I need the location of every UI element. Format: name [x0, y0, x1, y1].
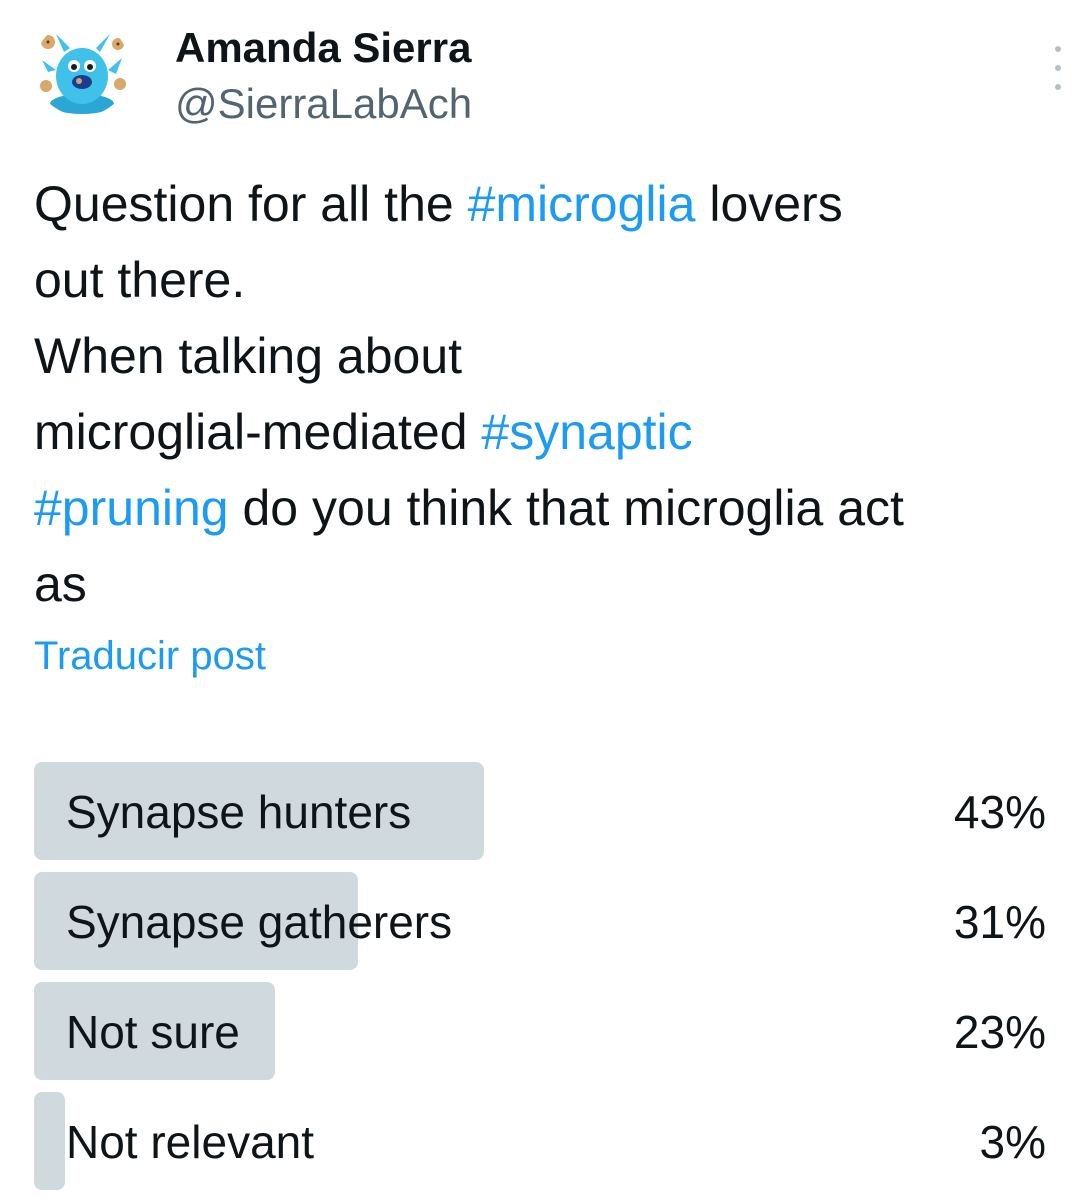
- poll-option-percentage: 23%: [953, 1006, 1046, 1058]
- hashtag-link[interactable]: #pruning: [34, 480, 229, 536]
- post-text-segment: do you think that microglia act: [228, 480, 904, 536]
- poll-option-label: Synapse gatherers: [66, 896, 453, 948]
- post-text-segment: Question for all the: [34, 176, 468, 232]
- poll-option-percentage: 3%: [979, 1116, 1046, 1168]
- poll-result-bar: [34, 1092, 65, 1190]
- post-text-segment: microglial-mediated: [34, 404, 482, 460]
- hashtag-link[interactable]: #microglia: [468, 176, 696, 232]
- poll-option-label: Not relevant: [66, 1116, 315, 1168]
- post-text: Question for all the #microglia lovers ou…: [34, 166, 1090, 622]
- poll-option[interactable]: Synapse gatherers 31%: [34, 872, 1046, 970]
- poll-option-label: Not sure: [66, 1006, 240, 1058]
- post-text-segment: as: [34, 556, 87, 612]
- author-handle[interactable]: @SierraLabAch: [175, 80, 472, 128]
- poll-option-percentage: 43%: [953, 786, 1046, 838]
- more-dot: [1055, 84, 1061, 90]
- post-text-line: as: [34, 546, 1090, 622]
- poll-option-label: Synapse hunters: [66, 786, 412, 838]
- blue-microglia-cartoon-avatar-icon: [40, 34, 126, 114]
- post-text-line: out there.: [34, 242, 1090, 318]
- post-text-line: #pruning do you think that microglia act: [34, 470, 1090, 546]
- author-display-name[interactable]: Amanda Sierra: [175, 24, 471, 72]
- hashtag-link[interactable]: #synaptic: [481, 404, 692, 460]
- more-options-icon[interactable]: [1048, 46, 1068, 90]
- post-text-segment: out there.: [34, 252, 246, 308]
- post-text-line: When talking about: [34, 318, 1090, 394]
- more-dot: [1055, 46, 1061, 52]
- poll-option[interactable]: Synapse hunters 43%: [34, 762, 1046, 860]
- avatar[interactable]: [34, 20, 130, 116]
- post-text-line: Question for all the #microglia lovers: [34, 166, 1090, 242]
- poll: Synapse hunters 43% Synapse gatherers 31% No…: [34, 762, 1046, 1202]
- translate-post-link[interactable]: Traducir post: [34, 634, 266, 679]
- post-text-segment: lovers: [695, 176, 843, 232]
- poll-option-percentage: 31%: [953, 896, 1046, 948]
- post-text-line: microglial-mediated #synaptic: [34, 394, 1090, 470]
- poll-option[interactable]: Not sure 23%: [34, 982, 1046, 1080]
- poll-option[interactable]: Not relevant 3%: [34, 1092, 1046, 1190]
- post-text-segment: When talking about: [34, 328, 463, 384]
- more-dot: [1055, 65, 1061, 71]
